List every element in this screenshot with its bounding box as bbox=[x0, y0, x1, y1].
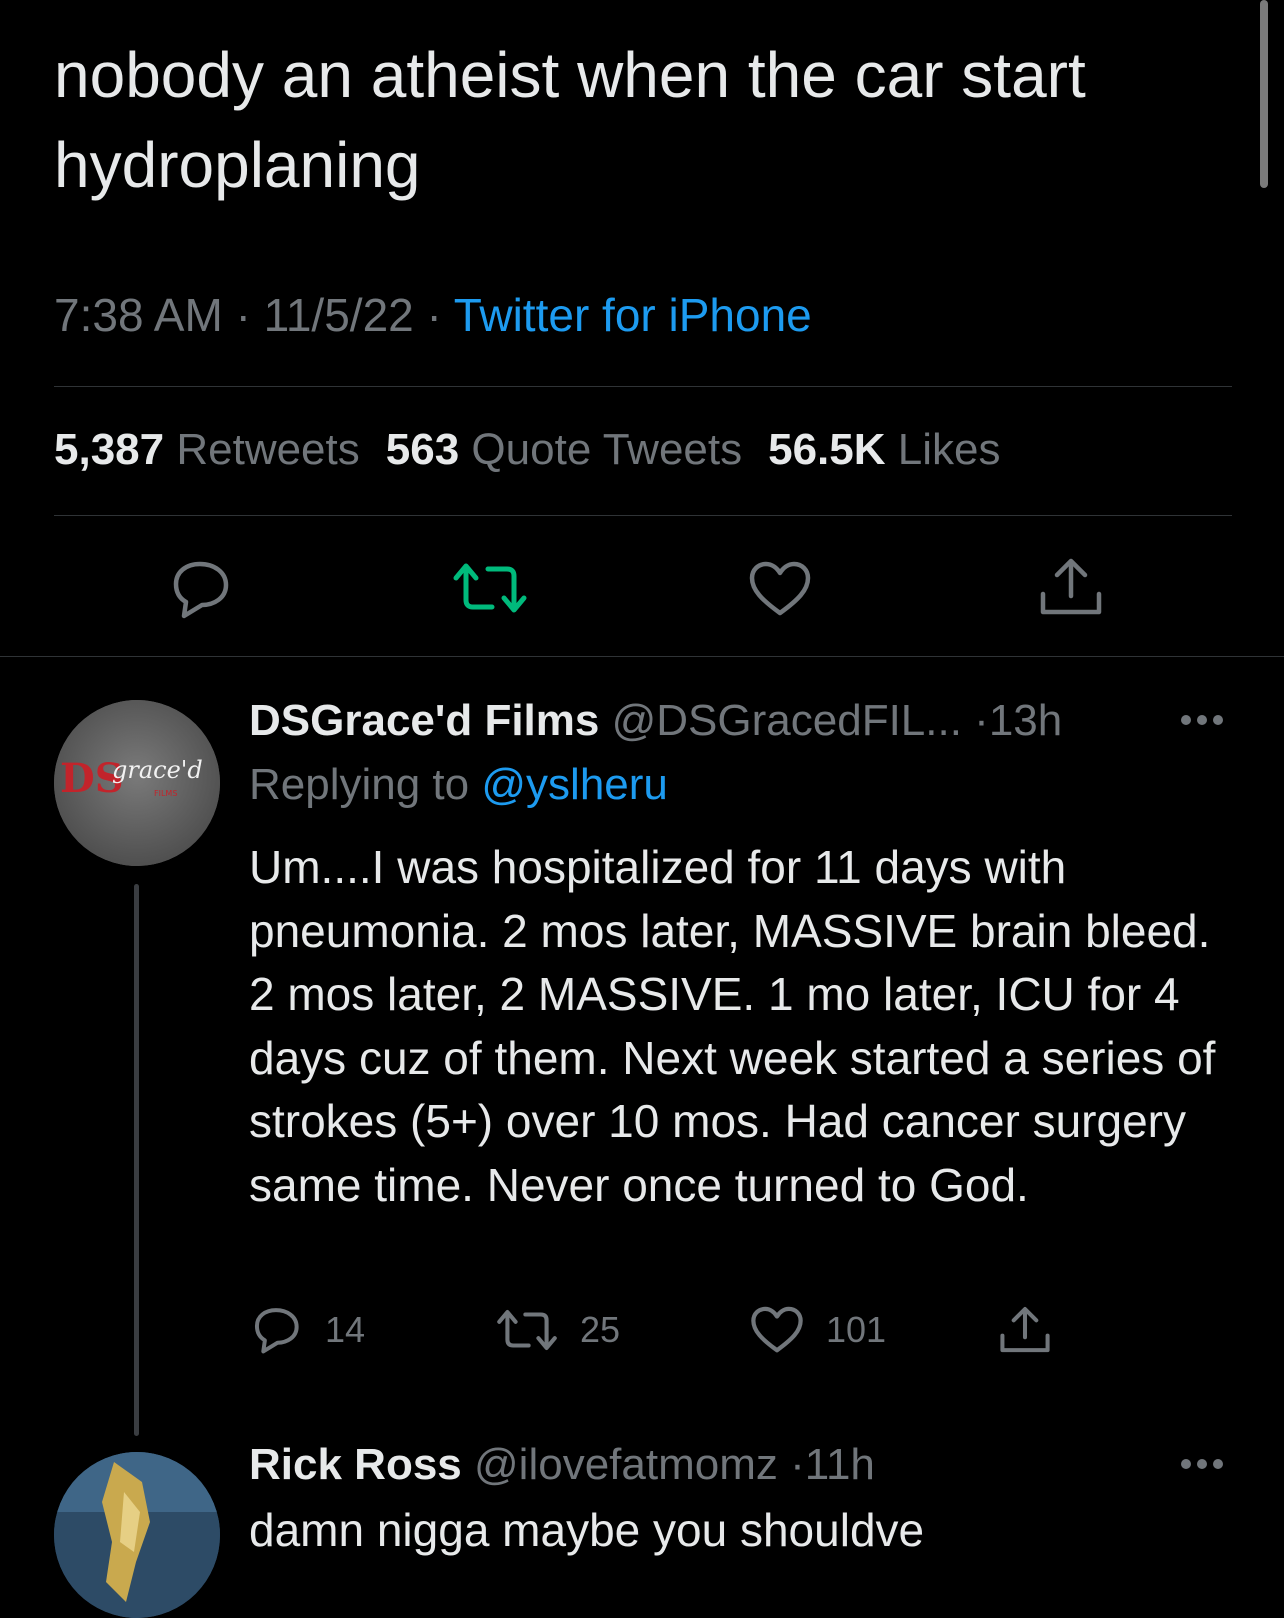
more-options-button[interactable] bbox=[1180, 700, 1224, 734]
display-name[interactable]: DSGrace'd Films bbox=[249, 696, 599, 745]
share-button[interactable] bbox=[1038, 556, 1104, 618]
reply-retweet-button[interactable]: 25 bbox=[496, 1300, 620, 1360]
quotes-label: Quote Tweets bbox=[471, 425, 743, 474]
avatar[interactable] bbox=[54, 1452, 220, 1618]
timestamp[interactable]: 11h bbox=[805, 1440, 875, 1489]
retweet-arrows-icon bbox=[453, 563, 527, 613]
heart-icon bbox=[751, 1306, 803, 1353]
replying-to-link[interactable]: @yslheru bbox=[481, 760, 668, 809]
tweet-text: nobody an atheist when the car start hyd… bbox=[54, 39, 1086, 201]
tweet-source-link[interactable]: Twitter for iPhone bbox=[454, 289, 812, 341]
username[interactable]: @ilovefatmomz bbox=[474, 1440, 778, 1489]
reply-reply-button[interactable]: 14 bbox=[249, 1300, 365, 1360]
retweet-arrows-icon bbox=[497, 1310, 557, 1350]
quotes-count: 563 bbox=[385, 425, 460, 474]
tweet-stats: 5,387 Retweets 563 Quote Tweets 56.5K Like… bbox=[54, 425, 1000, 475]
meta-separator: · bbox=[426, 289, 442, 341]
more-dots-icon bbox=[1181, 1459, 1223, 1469]
username[interactable]: @DSGracedFIL... bbox=[612, 696, 962, 745]
svg-text:FILMS: FILMS bbox=[154, 789, 177, 798]
reply-text: Um....I was hospitalized for 11 days wit… bbox=[249, 841, 1216, 1211]
retweet-button[interactable] bbox=[452, 560, 528, 616]
more-options-button[interactable] bbox=[1180, 1444, 1224, 1478]
likes-label: Likes bbox=[897, 425, 1001, 474]
retweets-stat[interactable]: 5,387 Retweets bbox=[54, 425, 360, 474]
avatar[interactable]: DS grace'd FILMS bbox=[54, 700, 220, 866]
reply-count: 14 bbox=[325, 1309, 366, 1350]
logo-icon: DS grace'd FILMS bbox=[54, 700, 220, 866]
svg-text:grace'd: grace'd bbox=[112, 756, 203, 784]
display-name[interactable]: Rick Ross bbox=[249, 1440, 462, 1489]
reply-text: damn nigga maybe you shouldve bbox=[249, 1504, 925, 1556]
meta-separator: · bbox=[974, 696, 989, 745]
reply-button[interactable] bbox=[166, 558, 234, 620]
quotes-stat[interactable]: 563 Quote Tweets bbox=[386, 425, 742, 474]
retweets-label: Retweets bbox=[176, 425, 360, 474]
reply-like-button[interactable]: 101 bbox=[750, 1300, 886, 1360]
meta-separator: · bbox=[235, 289, 251, 341]
divider bbox=[0, 656, 1284, 657]
avatar-image-icon bbox=[54, 1452, 220, 1618]
divider bbox=[54, 515, 1232, 516]
share-upload-icon bbox=[1000, 1307, 1050, 1353]
share-upload-icon bbox=[1040, 558, 1102, 615]
reply-header: Rick Ross @ilovefatmomz ·11h bbox=[249, 1440, 875, 1490]
likes-stat[interactable]: 56.5K Likes bbox=[768, 425, 1000, 474]
likes-count: 56.5K bbox=[768, 425, 886, 474]
heart-icon bbox=[749, 561, 811, 616]
retweets-count: 5,387 bbox=[54, 425, 165, 474]
replying-prefix: Replying to bbox=[249, 760, 470, 809]
meta-separator: · bbox=[790, 1440, 805, 1489]
tweet-time: 7:38 AM bbox=[54, 289, 223, 341]
reply-header: DSGrace'd Films @DSGracedFIL... ·13h bbox=[249, 696, 1062, 746]
replying-to: Replying to @yslheru bbox=[249, 760, 668, 810]
speech-bubble-icon bbox=[254, 1308, 299, 1354]
speech-bubble-icon bbox=[173, 561, 229, 619]
like-count: 101 bbox=[826, 1309, 887, 1350]
divider bbox=[54, 386, 1232, 387]
reply-share-button[interactable] bbox=[998, 1300, 1052, 1360]
more-dots-icon bbox=[1181, 715, 1223, 725]
retweet-count: 25 bbox=[580, 1309, 621, 1350]
tweet-date: 11/5/22 bbox=[263, 289, 414, 341]
like-button[interactable] bbox=[748, 560, 812, 618]
scrollbar[interactable] bbox=[1260, 0, 1268, 188]
tweet-meta: 7:38 AM · 11/5/22 · Twitter for iPhone bbox=[54, 288, 812, 342]
thread-line bbox=[134, 884, 139, 1436]
timestamp[interactable]: 13h bbox=[989, 696, 1062, 745]
